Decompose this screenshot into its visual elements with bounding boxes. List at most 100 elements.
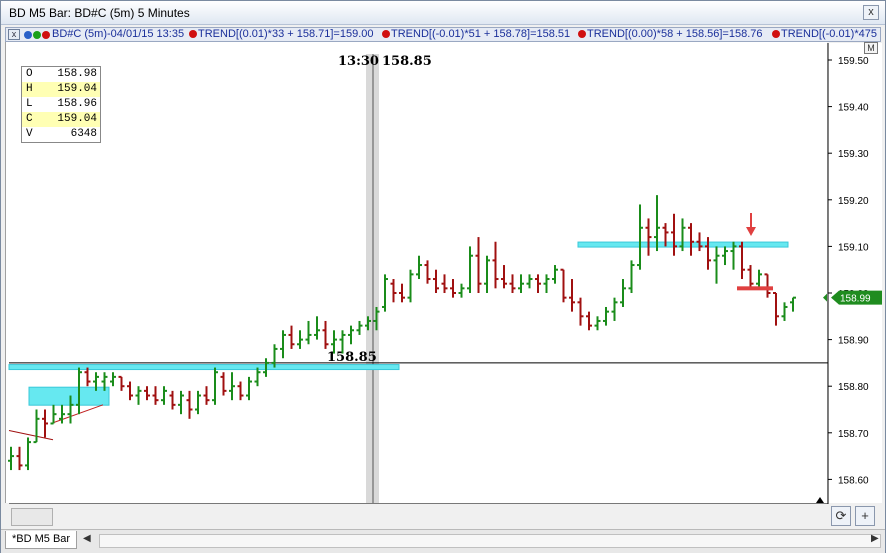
- price-bar[interactable]: [628, 260, 635, 293]
- crosshair-price-label: 158.85: [382, 54, 432, 69]
- price-bar[interactable]: [135, 386, 142, 405]
- add-button[interactable]: +: [855, 506, 875, 526]
- price-bar[interactable]: [781, 302, 788, 321]
- price-bar[interactable]: [467, 246, 473, 293]
- price-bar[interactable]: [552, 265, 558, 284]
- price-bar[interactable]: [127, 381, 133, 401]
- price-bar[interactable]: [110, 372, 116, 387]
- price-bar[interactable]: [790, 296, 796, 312]
- price-bar[interactable]: [348, 325, 354, 345]
- price-bar[interactable]: [560, 268, 567, 303]
- price-bar[interactable]: [603, 306, 609, 326]
- trendline-2[interactable]: [50, 404, 104, 424]
- ohlc-data-window: O 158.98 H 159.04 L 158.96 C 159.04 V 6348: [21, 66, 101, 143]
- ohlc-row-open: O 158.98: [22, 67, 100, 82]
- price-bar[interactable]: [773, 292, 779, 326]
- price-bar[interactable]: [424, 260, 431, 284]
- price-bar[interactable]: [458, 283, 465, 298]
- price-bar[interactable]: [169, 390, 176, 410]
- price-bar[interactable]: [722, 246, 728, 266]
- price-bar[interactable]: [84, 367, 91, 387]
- alert-arrow-icon[interactable]: [746, 227, 756, 236]
- ohlc-row-volume: V 6348: [22, 127, 100, 142]
- price-bar[interactable]: [577, 297, 584, 326]
- price-bar[interactable]: [756, 269, 762, 289]
- price-bar[interactable]: [416, 255, 422, 280]
- price-bar[interactable]: [280, 330, 286, 359]
- ohlc-key: H: [26, 83, 33, 95]
- price-bar[interactable]: [288, 325, 295, 349]
- price-bar[interactable]: [399, 283, 405, 303]
- price-tick-label: 158.60: [838, 475, 869, 486]
- price-bar[interactable]: [492, 241, 499, 289]
- price-bar[interactable]: [611, 297, 618, 321]
- price-bar[interactable]: [671, 213, 677, 256]
- refresh-button[interactable]: ⟳: [831, 506, 851, 526]
- price-bar[interactable]: [220, 372, 227, 396]
- maximize-pane-button[interactable]: M: [864, 42, 878, 54]
- price-bar[interactable]: [203, 386, 210, 405]
- price-bar[interactable]: [450, 279, 456, 298]
- ohlc-row-close: C 159.04: [22, 112, 100, 127]
- price-bar[interactable]: [433, 269, 439, 293]
- price-bar[interactable]: [144, 386, 150, 401]
- price-bar[interactable]: [518, 274, 524, 293]
- price-bar[interactable]: [594, 316, 601, 331]
- price-bar[interactable]: [764, 273, 771, 298]
- ohlc-value: 6348: [70, 128, 97, 140]
- chart-window: BD M5 Bar: BD#C (5m) 5 Minutes x x BD#C …: [0, 0, 886, 553]
- channel-zone-low[interactable]: [8, 364, 400, 371]
- price-bar[interactable]: [161, 386, 167, 405]
- horizontal-scrollbar[interactable]: [99, 534, 881, 548]
- price-bar[interactable]: [688, 223, 694, 256]
- price-bar[interactable]: [16, 446, 23, 471]
- price-bar[interactable]: [229, 372, 235, 401]
- price-bar[interactable]: [586, 311, 592, 331]
- price-bar[interactable]: [8, 446, 14, 471]
- time-scroll-box[interactable]: [11, 508, 53, 526]
- price-bar[interactable]: [382, 274, 388, 312]
- price-bar[interactable]: [526, 274, 533, 289]
- price-bar[interactable]: [178, 390, 184, 415]
- price-bar[interactable]: [543, 274, 550, 293]
- price-bar[interactable]: [535, 274, 541, 293]
- price-chart[interactable]: 159.50159.40159.30159.20159.10159.00158.…: [1, 1, 886, 531]
- price-bar[interactable]: [186, 390, 193, 419]
- price-bar[interactable]: [390, 279, 397, 303]
- price-bar[interactable]: [501, 265, 507, 289]
- alert-price-marker[interactable]: [737, 286, 773, 291]
- price-bar[interactable]: [297, 330, 303, 349]
- price-bar[interactable]: [637, 204, 643, 270]
- price-bar[interactable]: [713, 246, 720, 284]
- price-bar[interactable]: [50, 404, 57, 425]
- price-bar[interactable]: [25, 437, 31, 471]
- price-tick-label: 158.80: [838, 382, 869, 393]
- price-bar[interactable]: [747, 265, 754, 289]
- price-bar[interactable]: [322, 320, 329, 349]
- price-bar[interactable]: [152, 386, 159, 405]
- price-bar[interactable]: [645, 218, 652, 256]
- price-bar[interactable]: [314, 316, 320, 340]
- price-bar[interactable]: [569, 279, 575, 312]
- price-bar[interactable]: [475, 237, 482, 293]
- price-tick-label: 159.10: [838, 242, 869, 253]
- tab-scroll-left-icon[interactable]: ◀: [83, 533, 91, 544]
- price-bar[interactable]: [509, 274, 516, 293]
- tab-bd-m5-bar[interactable]: *BD M5 Bar: [5, 531, 78, 549]
- price-bar[interactable]: [212, 367, 218, 405]
- price-bar[interactable]: [484, 255, 490, 293]
- price-bar[interactable]: [305, 320, 312, 345]
- price-bar[interactable]: [407, 269, 414, 303]
- price-bar[interactable]: [620, 279, 626, 307]
- price-bar[interactable]: [195, 390, 201, 415]
- price-bar[interactable]: [237, 381, 244, 401]
- price-bar[interactable]: [441, 274, 448, 293]
- price-bar[interactable]: [42, 409, 48, 438]
- price-bar[interactable]: [356, 320, 363, 335]
- ohlc-key: O: [26, 68, 33, 80]
- price-bar[interactable]: [118, 375, 125, 391]
- price-bar[interactable]: [254, 367, 261, 387]
- tab-scroll-right-icon[interactable]: ▶: [871, 533, 879, 544]
- trendline-1[interactable]: [8, 429, 54, 441]
- price-bar[interactable]: [246, 376, 252, 401]
